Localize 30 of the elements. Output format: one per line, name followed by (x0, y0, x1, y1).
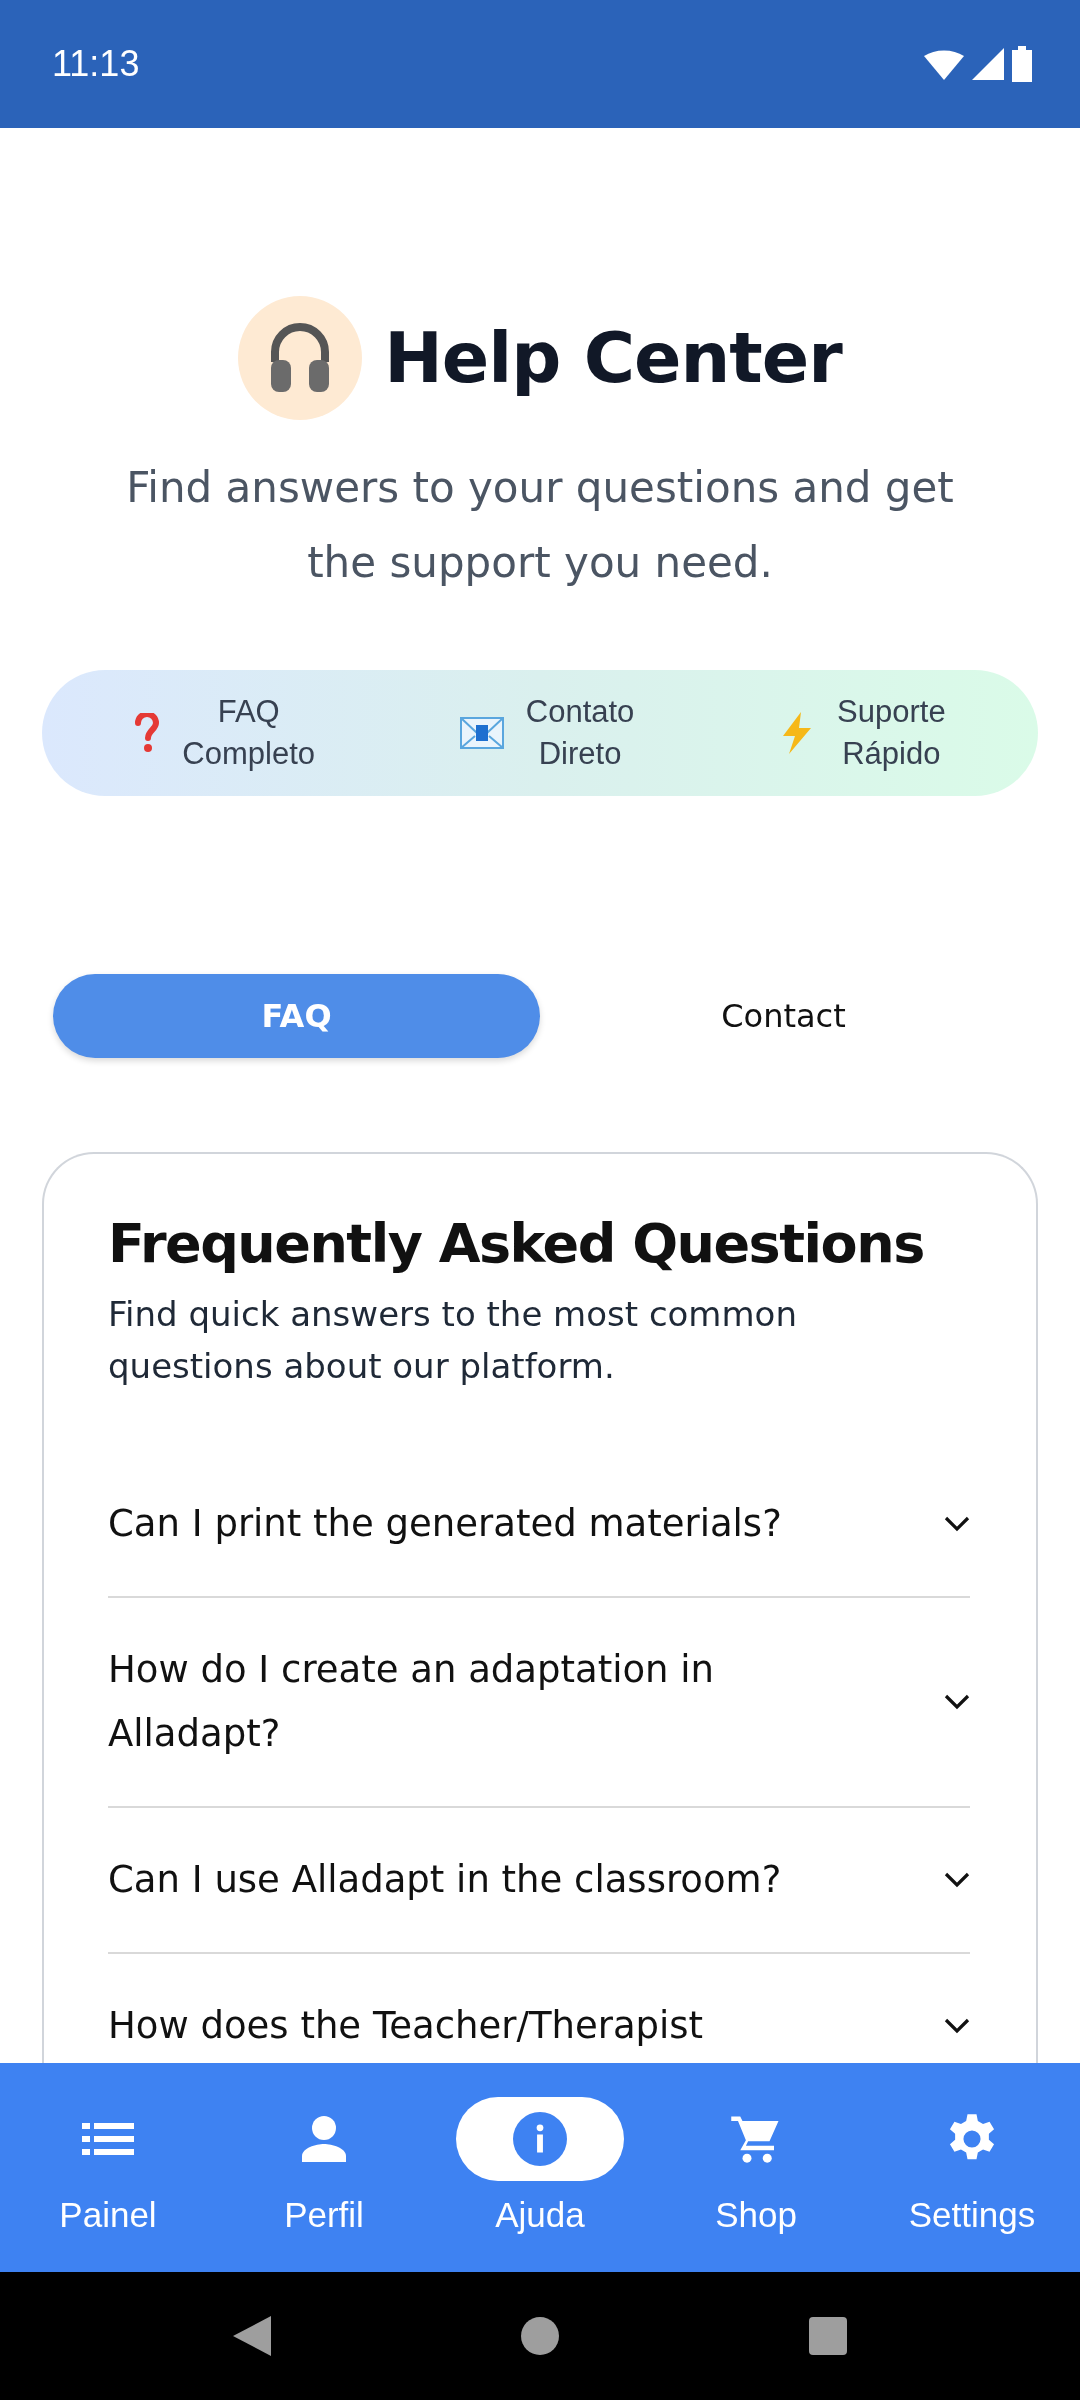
page-subtitle: Find answers to your questions and get the support you need. (125, 462, 955, 589)
chevron-icon[interactable] (944, 1872, 970, 1888)
page-title: Help Center (384, 317, 842, 399)
card-title: Frequently Asked Questions (108, 1211, 925, 1277)
envelope-icon (459, 717, 504, 749)
feature-label: Suporte Rápido (837, 693, 946, 773)
nav-item[interactable]: Ajuda (440, 2097, 640, 2272)
nav-item[interactable]: Settings (872, 2097, 1072, 2272)
wifi-icon (924, 48, 964, 80)
faq-question[interactable]: Can I print the generated materials? (108, 1492, 782, 1556)
chevron-icon[interactable] (944, 1516, 970, 1532)
nav-item[interactable]: Shop (656, 2097, 856, 2272)
card-description: Find quick answers to the most common questions about our platform. (108, 1293, 798, 1388)
chevron-icon[interactable] (944, 1694, 970, 1710)
nav-item[interactable]: Painel (8, 2097, 208, 2272)
tab[interactable]: Contact (540, 974, 1027, 1058)
signal-icon (972, 48, 1004, 80)
feature-label: FAQ Completo (182, 693, 316, 773)
tab[interactable]: FAQ (53, 974, 540, 1058)
faq-question[interactable]: Can I use Alladapt in the classroom? (108, 1848, 782, 1912)
back-icon[interactable] (233, 2316, 271, 2356)
question-mark-icon (134, 713, 161, 753)
status-time: 11:13 (52, 43, 140, 85)
feature-label: Contato Direto (525, 693, 635, 773)
battery-icon (1012, 46, 1032, 82)
chevron-icon[interactable] (944, 2018, 970, 2034)
faq-question[interactable]: How does the Teacher/Therapist (108, 1994, 704, 2058)
faq-question[interactable]: How do I create an adaptation in Alladapt? (108, 1638, 868, 1766)
nav-item[interactable]: Perfil (224, 2097, 424, 2272)
home-icon[interactable] (521, 2317, 559, 2355)
